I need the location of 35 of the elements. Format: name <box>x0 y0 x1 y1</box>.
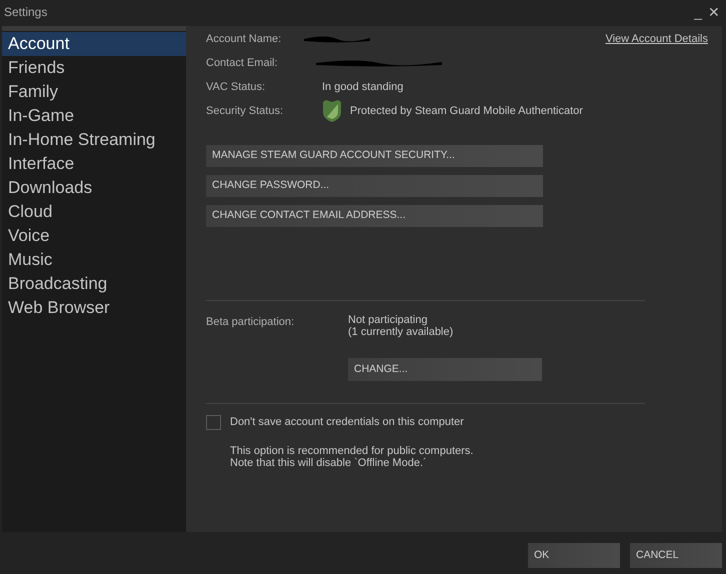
window-title: Settings <box>4 4 48 21</box>
field-label: Account Name: <box>206 32 282 47</box>
sidebar-item[interactable]: Music <box>2 248 186 272</box>
note-text: This option is recommended for public computers. Note that this will disable `Offline Mode.´ <box>230 444 474 468</box>
field-label: VAC Status: <box>206 80 266 95</box>
beta-status: Not participating (1 currently available) <box>348 314 454 338</box>
sidebar-item[interactable]: Family <box>2 80 186 104</box>
sidebar-item[interactable]: In-Game <box>2 104 186 128</box>
sidebar-item[interactable]: Interface <box>2 152 186 176</box>
sidebar-item[interactable]: Friends <box>2 56 186 80</box>
vac-status: In good standing <box>322 80 404 95</box>
sidebar-item[interactable]: Downloads <box>2 176 186 200</box>
sidebar-item[interactable]: Cloud <box>2 200 186 224</box>
account-button[interactable]: MANAGE STEAM GUARD ACCOUNT SECURITY... <box>206 145 543 167</box>
sidebar-item[interactable]: In-Home Streaming <box>2 128 186 152</box>
sidebar-item[interactable]: Web Browser <box>2 296 186 320</box>
redaction-mark <box>302 34 372 44</box>
change-button[interactable]: CHANGE... <box>348 358 542 381</box>
security-status: Protected by Steam Guard Mobile Authenticator <box>350 104 583 119</box>
shield-icon <box>322 99 342 123</box>
close-button[interactable]: ✕ <box>708 5 720 19</box>
minimize-button[interactable]: _ <box>694 5 702 19</box>
sidebar-item[interactable]: Voice <box>2 224 186 248</box>
sidebar-item[interactable]: Account <box>2 32 186 56</box>
cancel-button[interactable]: CANCEL <box>630 543 722 568</box>
account-button[interactable]: CHANGE CONTACT EMAIL ADDRESS... <box>206 205 543 227</box>
field-label: Contact Email: <box>206 56 279 71</box>
checkbox[interactable] <box>206 414 221 430</box>
field-label: Security Status: <box>206 104 284 119</box>
sidebar-item[interactable]: Broadcasting <box>2 272 186 296</box>
field-label: Beta participation: <box>206 315 296 330</box>
account-button[interactable]: CHANGE PASSWORD... <box>206 175 543 197</box>
checkbox-label: Don't save account credentials on this computer <box>230 415 464 430</box>
view-account-link[interactable]: View Account Details <box>605 30 708 48</box>
ok-button[interactable]: OK <box>528 543 620 568</box>
